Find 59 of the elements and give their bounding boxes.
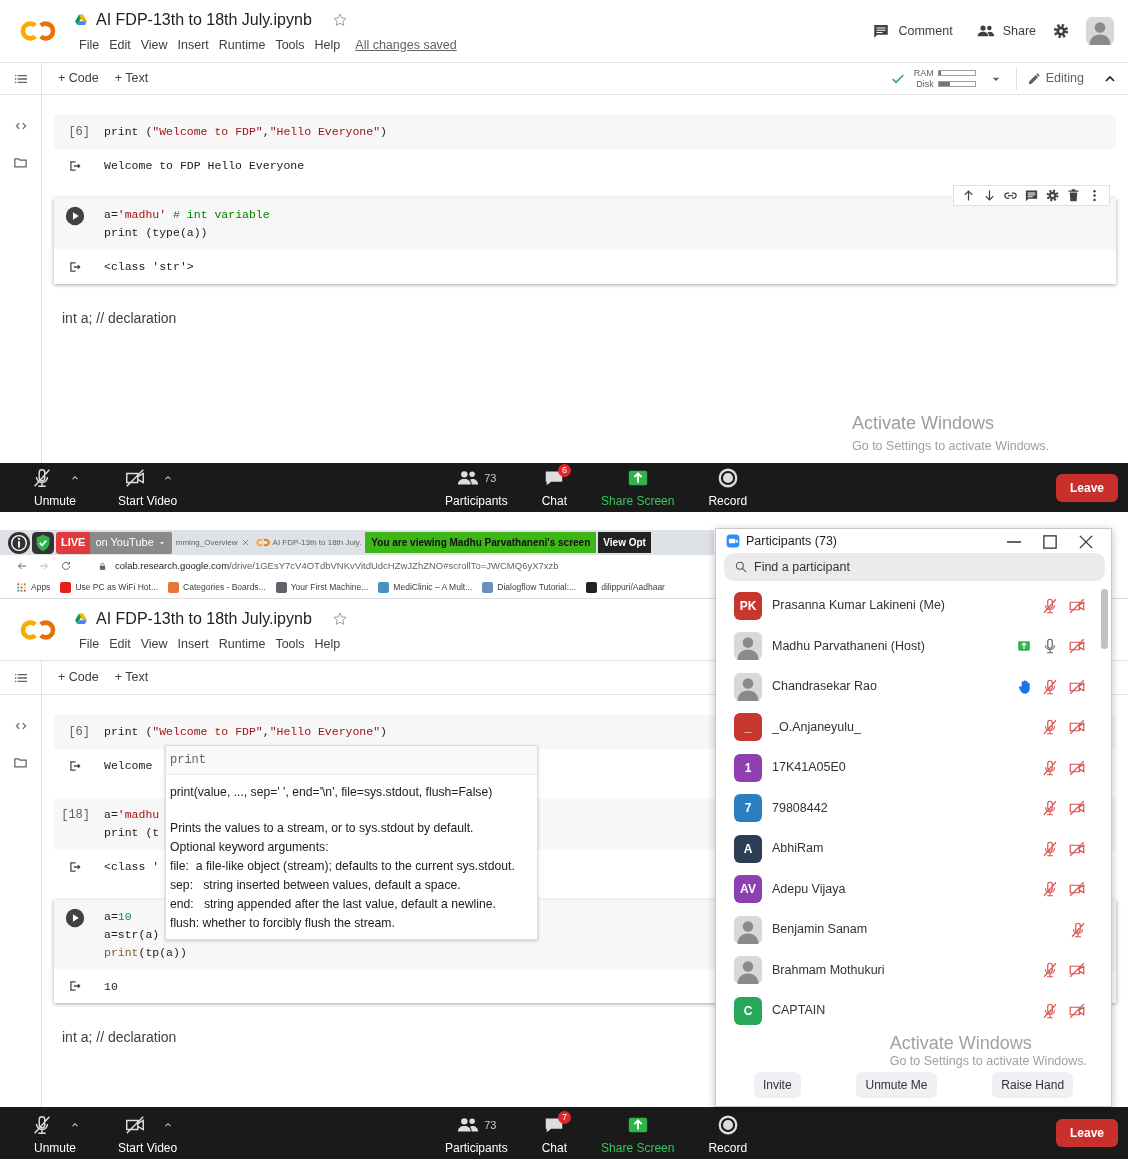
cell-output: <class ' [104, 859, 160, 876]
code-line: a='madhu' # int variable [104, 207, 270, 224]
code-line: a=10 [104, 908, 132, 925]
participant-name: Chandrasekar Rao [772, 678, 878, 696]
participant-count: 73 [484, 470, 497, 486]
unread-badge: 6 [558, 464, 572, 477]
participant-name: CAPTAIN [772, 1002, 827, 1020]
unread-badge: 7 [558, 1111, 572, 1124]
activation-title: Activate Windows [889, 1032, 1033, 1054]
cell-output: 10 [104, 978, 118, 995]
participant-name: _O.Anjaneyulu_ [772, 718, 862, 736]
live-label: LIVE [60, 535, 87, 551]
screen-share-banner: You are viewing Madhu Parvathaneni's screen [365, 532, 597, 553]
code-line: print (t [104, 825, 160, 842]
activation-message: Go to Settings to activate Windows. [852, 438, 1050, 455]
participant-name: 79808442 [772, 799, 829, 817]
cell-output: <class 'str'> [104, 259, 194, 276]
participant-name: Prasanna Kumar Lakineni (Me) [772, 597, 946, 615]
meter-label: RAM [912, 67, 934, 79]
avatar: 1 [734, 753, 762, 782]
doc-line: file: a file-like object (stream); defaults to the current sys.stdout. [170, 858, 516, 876]
participant-count: 73 [484, 1117, 497, 1133]
execution-count: [6] [68, 725, 90, 739]
cell-output: Welcome [104, 758, 153, 774]
avatar: AV [734, 875, 762, 904]
doc-line: Prints the values to a stream, or to sys.stdout by default. [170, 820, 475, 838]
tab-title: AI FDP-13th to 18th July. [272, 536, 362, 549]
destination-label: on YouTube [95, 535, 154, 551]
code-line: print (type(a)) [104, 225, 208, 242]
tooltip-title: print [166, 746, 537, 775]
participant-name: Adepu Vijaya [772, 880, 847, 898]
participant-name: AbhiRam [772, 840, 825, 858]
code-line: print ("Welcome to FDP","Hello Everyone") [104, 724, 387, 740]
code-line: print ("Welcome to FDP","Hello Everyone") [104, 124, 387, 140]
function-signature: print(value, ..., sep=' ', end='\n', file=sys.stdout, flush=False) [169, 784, 494, 801]
participant-name: Benjamin Sanam [772, 921, 869, 939]
meter-label: Disk [915, 78, 934, 90]
avatar: PK [734, 591, 762, 620]
participant-name: 17K41A05E0 [772, 759, 847, 777]
avatar: A [734, 834, 762, 863]
avatar: 7 [734, 794, 762, 823]
panel-title: Participants (73) [746, 532, 838, 550]
avatar: _ [734, 713, 762, 742]
avatar: C [734, 996, 762, 1025]
doc-line: sep: string inserted between values, default a space. [170, 877, 462, 895]
activation-title: Activate Windows [852, 412, 996, 435]
participant-name: Madhu Parvathaneni (Host) [772, 637, 926, 655]
doc-line: Optional keyword arguments: [170, 839, 330, 857]
tab-title: mming_Overview [175, 536, 238, 549]
execution-count: [18] [61, 808, 90, 823]
code-line: a='madhu [104, 807, 160, 824]
doc-line: end: string appended after the last value, default a newline. [170, 896, 497, 914]
participant-name: Brahmam Mothukuri [772, 961, 886, 979]
code-line: a=str(a) [104, 926, 160, 943]
execution-count: [6] [68, 125, 90, 139]
cell-output: Welcome to FDP Hello Everyone [104, 158, 305, 174]
doc-line: flush: whether to forcibly flush the stream. [170, 915, 396, 933]
code-line: print(tp(a)) [104, 944, 187, 961]
activation-message: Go to Settings to activate Windows. [889, 1053, 1087, 1068]
